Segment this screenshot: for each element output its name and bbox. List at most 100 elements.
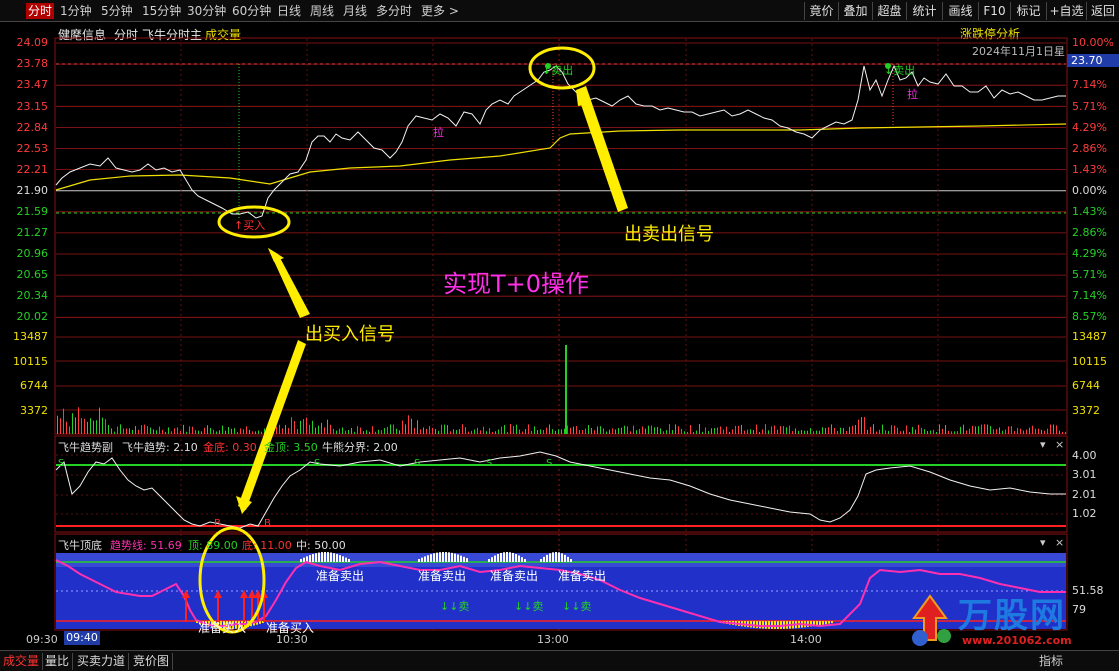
volume-bar	[357, 426, 358, 434]
bottom-tabbar: 成交量 量比 买卖力道 竞价图 指标	[0, 650, 1119, 671]
topbottom-close-icon[interactable]: ×	[1055, 536, 1064, 549]
volume-bar	[378, 429, 379, 434]
volume-bar	[777, 429, 778, 434]
sell-arrow-mark: ↓↓卖	[440, 600, 470, 613]
volume-bar	[501, 426, 502, 434]
volume-bar	[816, 430, 817, 434]
topbottom-bottom-bar	[771, 621, 773, 629]
topbottom-top-bar	[300, 559, 302, 562]
volume-bar	[1005, 429, 1006, 434]
volume-bar	[927, 431, 928, 434]
topbottom-collapse-icon[interactable]: ▾	[1040, 536, 1046, 549]
volume-bar	[807, 430, 808, 434]
topbottom-top-bar	[315, 553, 317, 562]
volume-bar	[870, 426, 871, 434]
buy-mark: ↑买入	[234, 219, 266, 232]
volume-bar	[294, 421, 295, 434]
price-tick: 23.78	[16, 57, 49, 70]
volume-bar	[768, 430, 769, 434]
volume-bar	[282, 428, 283, 434]
volume-bar	[315, 427, 316, 434]
pct-tick: 0.00%	[1072, 184, 1107, 197]
volume-bar	[594, 430, 595, 434]
indicator-button[interactable]: 指标	[1036, 653, 1066, 670]
topbottom-top-bar	[509, 552, 511, 562]
volume-bar	[888, 430, 889, 434]
volume-bar	[825, 427, 826, 434]
volume-bar	[723, 429, 724, 434]
volume-bar	[1023, 430, 1024, 434]
topbottom-bottom-value: 底: 11.00	[242, 539, 292, 552]
volume-bar	[1047, 428, 1048, 434]
volume-bar	[75, 417, 76, 434]
trend-panel-close-icon[interactable]: ×	[1055, 438, 1064, 451]
volume-bar	[387, 426, 388, 434]
volume-bar	[843, 428, 844, 434]
topbottom-top-bar	[488, 559, 490, 562]
trend-mark-s: S	[58, 458, 65, 469]
volume-bar	[900, 431, 901, 434]
volume-bar	[363, 431, 364, 434]
volume-tick: 6744	[1072, 379, 1100, 392]
volume-bar	[135, 426, 136, 434]
topbottom-top-bar	[442, 552, 444, 562]
volume-bar	[138, 429, 139, 434]
volume-bar	[291, 417, 292, 434]
volume-bar	[1044, 430, 1045, 434]
time-tick: 09:30	[26, 633, 58, 646]
time-tick: 13:00	[537, 633, 569, 646]
volume-bar	[66, 421, 67, 434]
volume-bar	[978, 426, 979, 434]
topbottom-bottom-bar	[259, 621, 261, 624]
volume-bar	[168, 427, 169, 434]
tab-buy-sell-force[interactable]: 买卖力道	[74, 653, 130, 670]
volume-bar	[234, 428, 235, 434]
volume-bar	[417, 420, 418, 434]
tab-volume-ratio[interactable]: 量比	[42, 653, 74, 670]
volume-bar	[906, 425, 907, 434]
volume-bar	[351, 427, 352, 434]
trend-mark-s: S	[546, 458, 553, 469]
volume-bar	[546, 427, 547, 434]
price-tick: 20.02	[16, 310, 49, 323]
volume-bar	[969, 428, 970, 434]
topbottom-bottom-bar	[762, 621, 764, 629]
volume-bar	[552, 429, 553, 434]
brand-watermark: 万股网 www.201062.com	[900, 588, 1110, 650]
volume-bar	[1041, 429, 1042, 434]
trend-mark-b: B	[214, 518, 221, 529]
trend-panel-collapse-icon[interactable]: ▾	[1040, 438, 1046, 451]
tab-volume[interactable]: 成交量	[0, 653, 44, 670]
volume-bar	[774, 425, 775, 434]
volume-bar	[441, 424, 442, 434]
volume-bar	[477, 427, 478, 434]
prepare-sell-label: 准备卖出	[490, 569, 539, 583]
volume-bar	[783, 426, 784, 434]
tab-auction-chart[interactable]: 竞价图	[130, 653, 174, 670]
volume-bar	[648, 425, 649, 434]
volume-bar	[720, 426, 721, 434]
trend-panel-name[interactable]: 飞牛趋势副	[58, 439, 113, 455]
volume-bar	[879, 429, 880, 434]
topbottom-top-bar	[333, 553, 335, 562]
price-tick: 20.65	[16, 268, 49, 281]
topbottom-panel-name[interactable]: 飞牛顶底	[58, 537, 102, 553]
topbottom-top-bar	[339, 555, 341, 562]
volume-bar	[747, 429, 748, 434]
volume-bar	[885, 430, 886, 434]
volume-bar	[447, 425, 448, 434]
topbottom-top-bar	[433, 553, 435, 562]
volume-bar	[735, 425, 736, 434]
volume-bar	[438, 430, 439, 434]
topbottom-top-bar	[457, 554, 459, 562]
volume-bar	[408, 415, 409, 434]
volume-bar	[102, 417, 103, 434]
current-price-pill: 23.70	[1067, 54, 1119, 67]
volume-bar	[873, 424, 874, 434]
price-tick: 23.47	[16, 78, 49, 91]
volume-bar	[585, 428, 586, 434]
volume-bar	[921, 427, 922, 434]
volume-bar	[804, 430, 805, 434]
pull-mark: 拉	[433, 126, 444, 139]
volume-bar	[345, 430, 346, 434]
